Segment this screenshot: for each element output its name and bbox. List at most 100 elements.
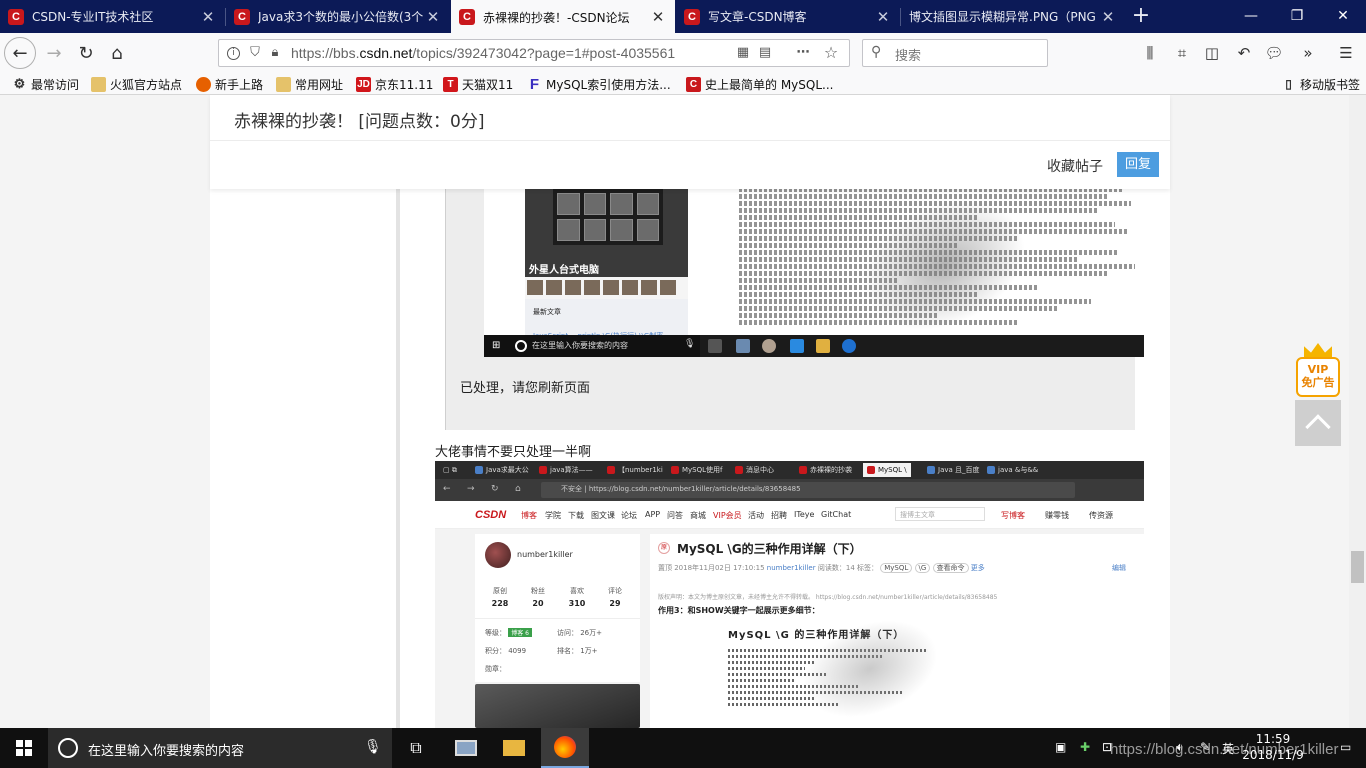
bookmark-firefox-site[interactable]: 火狐官方站点 (91, 75, 182, 93)
overflow-chevron-icon[interactable]: » (1298, 43, 1318, 63)
inner-taskbar-right (700, 335, 1144, 357)
f-icon: F (529, 75, 540, 93)
reply-comment: 大佬事情不要只处理一半啊 (435, 445, 592, 460)
tab-java-lcm[interactable]: C Java求3个数的最小公倍数(3个 ✕ (226, 0, 450, 33)
search-icon: ⚲ (871, 44, 882, 60)
vip-ad-free-badge[interactable]: VIP 免广告 (1294, 343, 1342, 399)
windows-icon: ⊞ (492, 340, 501, 351)
back-button[interactable]: ← (4, 37, 36, 69)
app-icon (762, 339, 776, 353)
reply-button[interactable]: 回复 (1117, 152, 1159, 177)
browser-tab-strip: C CSDN-专业IT技术社区 ✕ C Java求3个数的最小公倍数(3个 ✕ … (0, 0, 1366, 34)
csdn-icon: C (459, 9, 475, 25)
bookmark-common-sites[interactable]: 常用网址 (276, 75, 343, 93)
bookmark-mysql-index[interactable]: F MySQL索引使用方法... (527, 75, 671, 93)
bookmark-mobile[interactable]: ▯ 移动版书签 (1281, 75, 1360, 93)
scrollbar[interactable] (1349, 95, 1366, 728)
avatar (485, 542, 511, 568)
bookmark-simple-mysql[interactable]: C 史上最简单的 MySQL... (686, 75, 833, 93)
taskbar-app-explorer[interactable] (490, 728, 538, 768)
embedded-screenshot-1: 外星人台式电脑 最新文章 JavaScript -- println \G(执行… (484, 185, 1144, 357)
firefox-icon (554, 736, 576, 758)
app-icon (790, 339, 804, 353)
bookmark-most-visited[interactable]: ⚙ 最常访问 (12, 75, 79, 93)
page-viewport: 外星人台式电脑 最新文章 JavaScript -- println \G(执行… (0, 95, 1366, 728)
new-tab-button[interactable]: + (1127, 3, 1155, 31)
tab-csdn-home[interactable]: C CSDN-专业IT技术社区 ✕ (0, 0, 225, 33)
navigation-toolbar: ← → ↻ ⌂ i ⛉ 🔒︎ https://bbs.csdn.net/topi… (0, 33, 1366, 73)
tab-title: CSDN-专业IT技术社区 (32, 10, 154, 24)
tab-png-image[interactable]: 博文插图显示模糊异常.PNG（PNG ✕ (901, 0, 1125, 33)
gear-icon: ⚙ (13, 76, 26, 91)
jd-icon: JD (356, 76, 371, 92)
bookmark-getting-started[interactable]: 新手上路 (196, 75, 263, 93)
close-icon[interactable]: ✕ (874, 8, 892, 26)
taskbar-clock[interactable]: 11:59 2018/11/9 (1240, 731, 1306, 763)
folder-icon (503, 740, 525, 756)
shield-icon[interactable]: ⛉ (247, 45, 263, 61)
inner-nav-bar: ← → ↻ ⌂ 不安全 | https://blog.csdn.net/number… (435, 479, 1144, 501)
taskbar-search-box[interactable]: 在这里输入你要搜索的内容 🎙︎ (48, 728, 392, 768)
tray-display-icon[interactable]: ▣ (1055, 740, 1066, 754)
close-window-button[interactable]: ✕ (1320, 0, 1366, 33)
sidebar-icon[interactable]: ◫ (1202, 43, 1222, 63)
tab-active-forum[interactable]: C 赤裸裸的抄袭！-CSDN论坛 ✕ (451, 0, 675, 34)
close-icon[interactable]: ✕ (424, 8, 442, 26)
tab-title: Java求3个数的最小公倍数(3个 (258, 10, 424, 24)
address-bar[interactable]: i ⛉ 🔒︎ https://bbs.csdn.net/topics/39247… (218, 39, 850, 67)
start-button[interactable] (0, 728, 48, 768)
mic-icon: 🎙︎ (684, 339, 696, 349)
taskbar-app-firefox[interactable] (541, 728, 589, 768)
cortana-icon (515, 340, 527, 352)
search-input[interactable]: ⚲ 搜索 (862, 39, 1048, 67)
taskbar-app-monitor[interactable] (442, 728, 490, 768)
forward-button[interactable]: → (38, 37, 70, 69)
chevron-up-icon (1305, 414, 1331, 440)
folder-icon (816, 339, 830, 353)
restore-button[interactable]: ❐ (1274, 0, 1320, 33)
url-text[interactable]: https://bbs.csdn.net/topics/392473042?pa… (291, 45, 731, 61)
more-actions-icon[interactable]: ⋯ (795, 45, 811, 61)
undo-icon[interactable]: ↶ (1234, 43, 1254, 63)
csdn-icon: C (8, 8, 24, 25)
inner-taskbar-left: ⊞ 在这里输入你要搜索的内容 🎙︎ (484, 335, 700, 357)
handled-message: 已处理，请您刷新页面 (460, 381, 591, 396)
app-icon (736, 339, 750, 353)
collect-post-button[interactable]: 收藏帖子 (1047, 156, 1103, 176)
reader-view-icon[interactable]: ▤ (757, 45, 773, 61)
back-to-top-button[interactable] (1295, 400, 1341, 446)
page-title: 赤裸裸的抄袭！ [问题点数：0分] (234, 112, 485, 132)
task-view-button[interactable]: ⧉ (392, 728, 440, 768)
tray-security-icon[interactable]: ✚ (1080, 740, 1090, 754)
chat-bubble-icon[interactable]: 💬︎ (1264, 43, 1284, 63)
library-icon[interactable]: ⫼ (1140, 43, 1160, 63)
tab-write-article[interactable]: C 写文章-CSDN博客 ✕ (676, 0, 900, 33)
hamburger-menu-icon[interactable]: ☰ (1336, 43, 1356, 63)
bookmark-tmall[interactable]: T 天猫双11 (443, 75, 513, 93)
minimize-button[interactable]: — (1228, 0, 1274, 33)
firefox-icon (196, 76, 211, 92)
microphone-icon[interactable]: 🎙︎ (364, 739, 382, 755)
screenshot-crop-icon[interactable]: ⌗ (1172, 43, 1192, 63)
windows-taskbar: 在这里输入你要搜索的内容 🎙︎ ⧉ ▣ ✚ ⊡ 🔉︎ ✎ 英 https://b… (0, 728, 1366, 768)
close-icon[interactable]: ✕ (199, 8, 217, 26)
lock-icon[interactable]: 🔒︎ (267, 45, 283, 61)
qr-code-icon[interactable]: ▦ (735, 45, 751, 61)
home-button[interactable]: ⌂ (101, 37, 133, 69)
info-icon[interactable]: i (227, 47, 240, 60)
close-icon[interactable]: ✕ (1099, 8, 1117, 26)
close-icon[interactable]: ✕ (649, 8, 667, 26)
product-image: 外星人台式电脑 (525, 185, 688, 277)
windows-icon (16, 740, 32, 756)
csdn-icon: C (234, 8, 250, 25)
tmall-icon: T (443, 76, 458, 92)
tab-title: 赤裸裸的抄袭！-CSDN论坛 (483, 10, 630, 25)
reload-button[interactable]: ↻ (70, 37, 102, 69)
bookmark-star-icon[interactable]: ☆ (823, 45, 839, 61)
scrollbar-thumb[interactable] (1351, 551, 1364, 583)
edge-icon (842, 339, 856, 353)
notification-icon[interactable]: ▭ (1340, 740, 1351, 754)
author-profile-card: number1killer 原创 228 粉丝 20 喜欢 310 评论 29 等级： … (475, 534, 640, 682)
bookmark-jd[interactable]: JD 京东11.11 (356, 75, 433, 93)
tab-title: 博文插图显示模糊异常.PNG（PNG (909, 10, 1096, 24)
